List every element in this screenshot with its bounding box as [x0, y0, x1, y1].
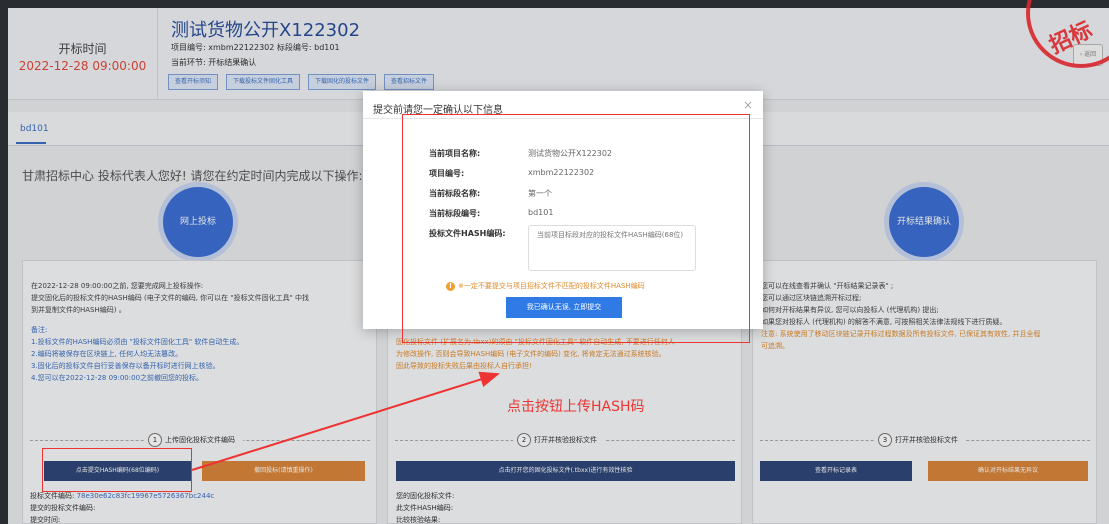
annotation-box-dialog	[402, 114, 750, 343]
annotation-box-submit-hash	[42, 448, 192, 492]
annotation-note: 点击按钮上传HASH码	[507, 399, 645, 415]
seal-glyph: 招标	[1045, 17, 1097, 59]
close-icon[interactable]: ×	[743, 98, 753, 112]
